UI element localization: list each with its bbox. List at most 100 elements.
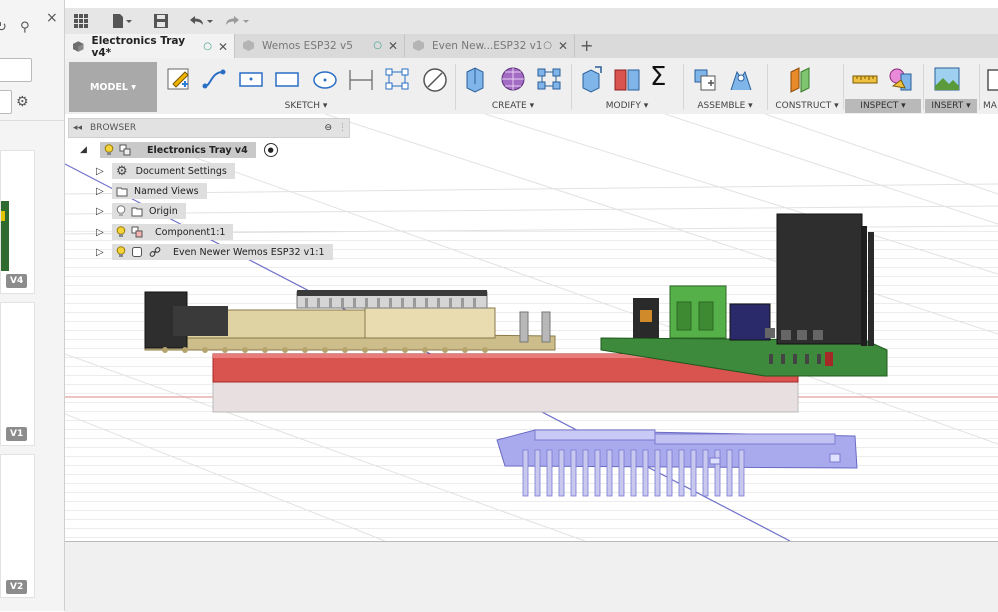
measure-icon[interactable] — [851, 64, 879, 94]
item-label: Even Newer Wemos ESP32 v1:1 — [173, 246, 325, 258]
status-dot-icon: ○ — [373, 40, 382, 51]
item-label: Component1:1 — [155, 226, 226, 238]
browser-header[interactable]: ◂◂ BROWSER ⊖ ⋮ — [68, 118, 350, 138]
rectangle-2pt-icon[interactable] — [273, 64, 301, 94]
create-sketch-icon[interactable] — [165, 64, 193, 94]
tab-even-newer-esp32[interactable]: Even New...ESP32 v1 ○ ✕ — [405, 34, 575, 57]
panel-grip-icon[interactable]: ⋮ — [338, 123, 347, 133]
tree-item-wemos-link[interactable]: ▷ Even Newer Wemos ESP32 v1:1 — [96, 244, 333, 260]
interference-icon[interactable] — [887, 64, 915, 94]
minimize-icon[interactable]: ⊖ — [324, 123, 332, 133]
gear-icon: ⚙ — [116, 163, 128, 179]
tree-item-component1[interactable]: ▷ Component1:1 — [96, 224, 234, 240]
quick-access-toolbar — [65, 8, 998, 35]
item-chip[interactable]: Even Newer Wemos ESP32 v1:1 — [112, 244, 333, 260]
joint-icon[interactable] — [727, 64, 755, 94]
dimension-icon[interactable] — [347, 64, 375, 94]
workspace-switcher[interactable]: MODEL ▾ — [69, 62, 157, 112]
expand-icon[interactable]: ▷ — [96, 186, 106, 197]
stop-sketch-icon[interactable] — [421, 64, 449, 94]
inspect-group-label[interactable]: INSPECT ▾ — [845, 99, 921, 113]
tree-item-origin[interactable]: ▷ Origin — [96, 203, 186, 219]
item-chip[interactable]: Named Views — [112, 183, 207, 199]
component-icon — [131, 226, 143, 238]
save-icon[interactable] — [153, 12, 169, 30]
lightbulb-icon[interactable] — [104, 144, 114, 156]
tree-root[interactable]: ◢ Electronics Tray v4 ● — [80, 142, 278, 158]
tab-wemos-esp32[interactable]: Wemos ESP32 v5 ○ ✕ — [235, 34, 405, 57]
offset-plane-icon[interactable] — [787, 64, 815, 94]
circle-icon[interactable] — [311, 64, 339, 94]
divider — [0, 120, 64, 121]
link-icon — [149, 247, 161, 257]
body-icon — [132, 247, 142, 257]
tree-item-named-views[interactable]: ▷ Named Views — [96, 183, 207, 199]
expand-icon[interactable]: ▷ — [96, 247, 106, 258]
tab-label: Even New...ESP32 v1 — [432, 39, 543, 52]
lightbulb-icon[interactable] — [116, 226, 126, 238]
insert-image-icon[interactable] — [933, 64, 961, 94]
make-group-label[interactable]: MA — [983, 101, 998, 111]
expand-icon[interactable]: ◢ — [80, 145, 90, 155]
unsaved-dot-icon: ○ — [203, 41, 212, 52]
press-pull-icon[interactable] — [577, 64, 605, 94]
rectangle-icon[interactable] — [237, 64, 265, 94]
close-icon[interactable]: ✕ — [558, 39, 568, 53]
lightbulb-icon[interactable] — [116, 246, 126, 258]
line-icon[interactable] — [201, 64, 229, 94]
redo-icon[interactable] — [223, 12, 251, 30]
expand-icon[interactable]: ▷ — [96, 227, 106, 238]
version-thumbnail[interactable] — [0, 150, 35, 294]
file-menu-icon[interactable] — [111, 12, 133, 30]
status-dot-icon: ○ — [543, 40, 552, 51]
new-tab-button[interactable]: + — [580, 36, 593, 55]
expand-icon[interactable]: ▷ — [96, 206, 106, 217]
compute-all-icon[interactable]: Σ — [650, 62, 666, 92]
extrude-icon[interactable] — [461, 64, 489, 94]
panel-button[interactable] — [0, 90, 12, 114]
tree-item-document-settings[interactable]: ▷ ⚙ Document Settings — [96, 163, 235, 179]
project-dropdown[interactable] — [0, 58, 32, 82]
undo-icon[interactable] — [187, 12, 215, 30]
lightbulb-off-icon[interactable] — [116, 205, 126, 217]
insert-group-label[interactable]: INSERT ▾ — [925, 99, 977, 113]
divider — [843, 64, 844, 110]
timeline-area — [65, 541, 998, 612]
new-component-icon[interactable] — [691, 64, 719, 94]
activate-radio-icon[interactable]: ● — [263, 143, 278, 157]
item-chip[interactable]: Component1:1 — [112, 224, 234, 240]
tab-electronics-tray[interactable]: Electronics Tray v4* ○ ✕ — [65, 34, 235, 59]
item-chip[interactable]: Origin — [112, 203, 186, 219]
make-icon[interactable] — [985, 64, 998, 94]
sketch-group-label[interactable]: SKETCH ▾ — [161, 101, 451, 111]
close-icon[interactable]: ✕ — [388, 39, 398, 53]
version-thumbnail[interactable] — [0, 302, 35, 446]
close-icon[interactable]: ✕ — [218, 40, 228, 54]
component-icon — [119, 144, 131, 156]
expand-icon[interactable]: ▷ — [96, 166, 106, 177]
pattern-icon[interactable] — [383, 64, 411, 94]
form-icon[interactable] — [499, 64, 527, 94]
item-label: Named Views — [134, 185, 199, 197]
create-group-label[interactable]: CREATE ▾ — [459, 101, 567, 111]
refresh-icon[interactable]: ↻ — [0, 20, 7, 35]
item-label: Document Settings — [135, 165, 227, 177]
toolbar-ribbon: MODEL ▾ SKETCH ▾ CREATE ▾ Σ MODIFY ▾ ASS… — [65, 58, 998, 115]
search-icon[interactable]: ⚲ — [20, 20, 30, 35]
cube-icon — [413, 40, 424, 51]
modify-group-label[interactable]: MODIFY ▾ — [575, 101, 679, 111]
gear-icon[interactable]: ⚙ — [16, 94, 29, 110]
app-grid-icon[interactable] — [73, 12, 89, 30]
assemble-group-label[interactable]: ASSEMBLE ▾ — [687, 101, 763, 111]
construct-group-label[interactable]: CONSTRUCT ▾ — [769, 101, 845, 111]
version-badge: V2 — [6, 580, 28, 594]
close-panel-icon[interactable]: × — [46, 10, 58, 26]
collapse-panel-icon[interactable]: ◂◂ — [73, 123, 82, 133]
create-pattern-icon[interactable] — [535, 64, 563, 94]
cube-icon — [243, 40, 254, 51]
root-chip[interactable]: Electronics Tray v4 — [100, 142, 256, 158]
item-chip[interactable]: ⚙ Document Settings — [112, 163, 235, 179]
version-thumbnail[interactable] — [0, 454, 35, 598]
divider — [683, 64, 684, 110]
split-body-icon[interactable] — [613, 64, 641, 94]
